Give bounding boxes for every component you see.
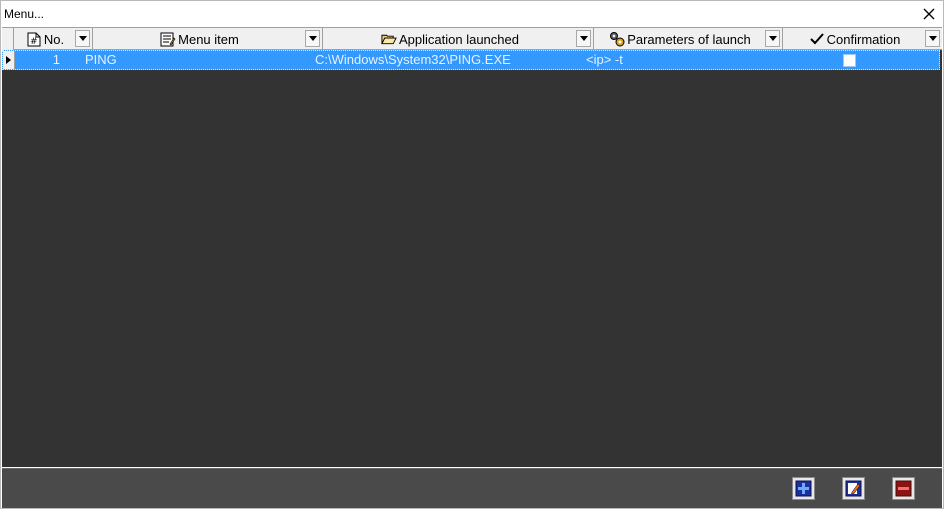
- column-header-confirmation[interactable]: Confirmation: [783, 28, 942, 50]
- column-header-parameters[interactable]: Parameters of launch: [594, 28, 783, 50]
- menu-window: Menu... # No. Menu item Application laun…: [0, 0, 944, 509]
- column-label-confirmation: Confirmation: [826, 31, 901, 47]
- column-filter-confirmation-dropdown[interactable]: [925, 30, 940, 47]
- cell-menu-item[interactable]: PING: [85, 51, 305, 69]
- hash-document-icon: #: [26, 31, 42, 47]
- checkmark-icon: [809, 31, 825, 47]
- column-filter-parameters-dropdown[interactable]: [765, 30, 780, 47]
- gears-icon: [609, 31, 625, 47]
- delete-record-button[interactable]: [892, 477, 915, 500]
- column-label-no: No.: [43, 31, 65, 47]
- cell-application[interactable]: C:\Windows\System32\PING.EXE: [315, 51, 575, 69]
- add-record-icon: [795, 480, 812, 497]
- column-label-menu-item: Menu item: [178, 31, 239, 47]
- cell-parameters[interactable]: <ip> -t: [586, 51, 766, 69]
- row-indicator-arrow-icon: [3, 51, 15, 69]
- edit-record-icon: [845, 480, 862, 497]
- cell-confirmation-checkbox[interactable]: [843, 54, 856, 67]
- column-label-parameters: Parameters of launch: [627, 31, 751, 47]
- open-folder-icon: [381, 31, 397, 47]
- footer-toolbar: [2, 468, 942, 508]
- column-filter-menu-item-dropdown[interactable]: [305, 30, 320, 47]
- menu-items-grid[interactable]: # No. Menu item Application launched Par…: [2, 27, 942, 467]
- column-header-no[interactable]: # No.: [14, 28, 93, 50]
- menu-document-icon: [160, 31, 176, 47]
- column-header-menu-item[interactable]: Menu item: [93, 28, 323, 50]
- edit-record-button[interactable]: [842, 477, 865, 500]
- add-record-button[interactable]: [792, 477, 815, 500]
- column-label-application: Application launched: [399, 31, 519, 47]
- grid-header: # No. Menu item Application launched Par…: [2, 28, 942, 50]
- window-title: Menu...: [4, 7, 45, 21]
- table-row[interactable]: 1 PING C:\Windows\System32\PING.EXE <ip>…: [2, 50, 940, 70]
- column-filter-no-dropdown[interactable]: [75, 30, 90, 47]
- header-indicator-column: [2, 28, 14, 50]
- delete-record-icon: [895, 480, 912, 497]
- close-button[interactable]: [919, 4, 939, 24]
- column-filter-application-dropdown[interactable]: [576, 30, 591, 47]
- svg-text:#: #: [30, 37, 38, 47]
- title-bar: Menu...: [1, 1, 943, 27]
- cell-no[interactable]: 1: [15, 51, 60, 69]
- close-icon: [923, 8, 935, 20]
- column-header-application[interactable]: Application launched: [323, 28, 594, 50]
